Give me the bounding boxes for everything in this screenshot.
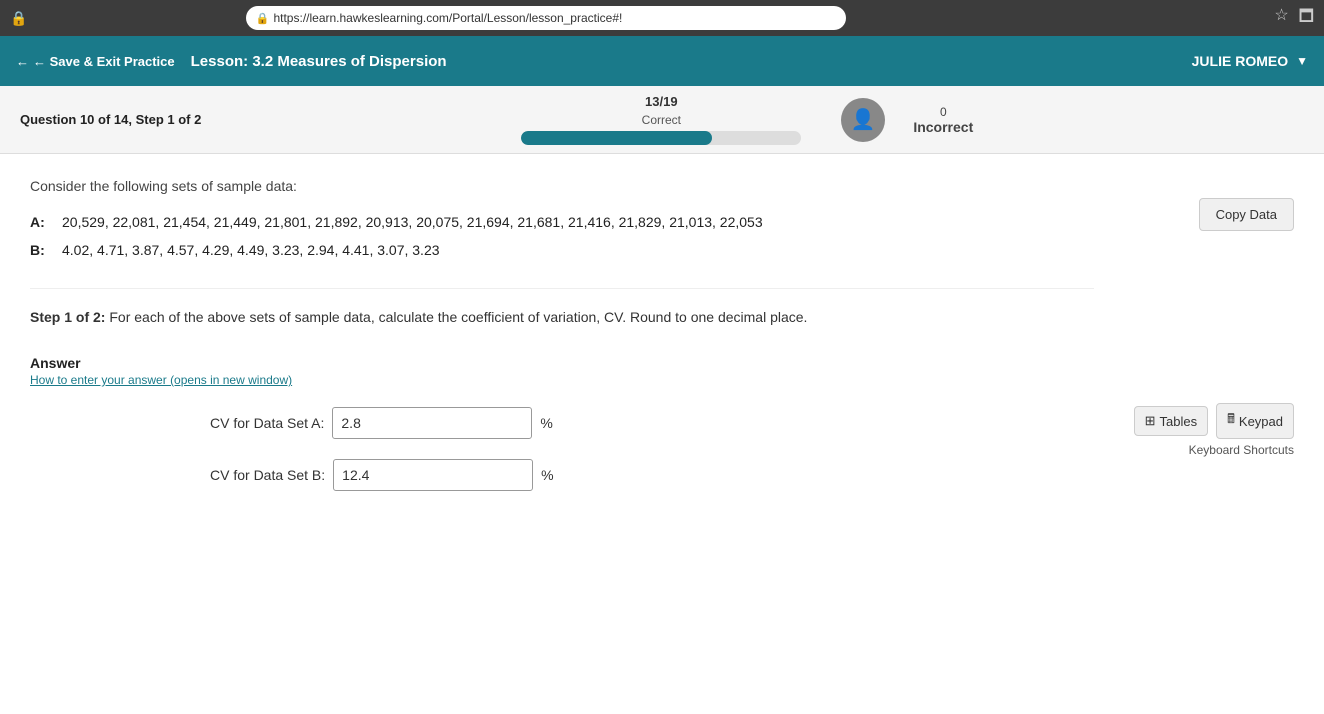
cv-a-label: CV for Data Set A: bbox=[210, 415, 324, 431]
step-bold: Step 1 of 2: bbox=[30, 309, 105, 325]
content-wrapper: Consider the following sets of sample da… bbox=[30, 178, 1294, 491]
keypad-label: Keypad bbox=[1239, 414, 1283, 429]
correct-sublabel: Correct bbox=[642, 113, 681, 127]
avatar-area: 👤 bbox=[841, 98, 885, 142]
sub-header: Question 10 of 14, Step 1 of 2 13/19 Cor… bbox=[0, 86, 1324, 154]
progress-fraction: 13/19 bbox=[645, 94, 678, 109]
lock-icon: 🔒 bbox=[10, 10, 27, 27]
browser-icons: ☆ 🗖 bbox=[1274, 5, 1314, 32]
answer-link[interactable]: How to enter your answer (opens in new w… bbox=[30, 373, 292, 387]
back-label: ← Save & Exit Practice bbox=[33, 54, 175, 69]
keyboard-shortcuts-label: Keyboard Shortcuts bbox=[1189, 443, 1294, 457]
answer-heading: Answer bbox=[30, 355, 1094, 371]
question-info: Question 10 of 14, Step 1 of 2 bbox=[20, 112, 201, 127]
copy-data-button[interactable]: Copy Data bbox=[1199, 198, 1294, 231]
incorrect-label: Incorrect bbox=[913, 119, 973, 135]
url-bar: 🔒 https://learn.hawkeslearning.com/Porta… bbox=[246, 6, 846, 30]
consider-text: Consider the following sets of sample da… bbox=[30, 178, 1094, 194]
cv-a-input-row: CV for Data Set A: % bbox=[210, 407, 1094, 439]
app-header: ← ← Save & Exit Practice Lesson: 3.2 Mea… bbox=[0, 36, 1324, 86]
answer-section: Answer How to enter your answer (opens i… bbox=[30, 355, 1094, 387]
cv-b-label: CV for Data Set B: bbox=[210, 467, 325, 483]
right-sidebar: Copy Data ⊞ Tables 🖩 Keypad Keyboard Sho… bbox=[1114, 178, 1294, 491]
tables-label: Tables bbox=[1160, 414, 1198, 429]
progress-label: 13/19 bbox=[645, 94, 678, 109]
content-area: Consider the following sets of sample da… bbox=[0, 154, 1324, 714]
user-name: JULIE ROMEO bbox=[1192, 53, 1288, 69]
step-instruction: Step 1 of 2: For each of the above sets … bbox=[30, 288, 1094, 325]
keypad-button[interactable]: 🖩 Keypad bbox=[1216, 403, 1294, 439]
incorrect-area: 0 Incorrect bbox=[913, 105, 973, 135]
step-rest: For each of the above sets of sample dat… bbox=[105, 309, 807, 325]
tools-area: ⊞ Tables 🖩 Keypad Keyboard Shortcuts bbox=[1134, 403, 1294, 457]
table-icon: ⊞ bbox=[1145, 413, 1156, 429]
user-dropdown-arrow[interactable]: ▼ bbox=[1296, 54, 1308, 68]
progress-area: 13/19 Correct bbox=[521, 94, 801, 145]
cv-b-percent: % bbox=[541, 467, 553, 483]
url-text: https://learn.hawkeslearning.com/Portal/… bbox=[273, 11, 622, 25]
cv-b-input[interactable] bbox=[333, 459, 533, 491]
dataset-a-label: A: bbox=[30, 214, 54, 230]
keypad-icon: 🖩 bbox=[1227, 410, 1235, 432]
dataset-a-values: 20,529, 22,081, 21,454, 21,449, 21,801, … bbox=[62, 214, 763, 230]
lesson-title: Lesson: 3.2 Measures of Dispersion bbox=[191, 53, 447, 70]
url-lock-icon: 🔒 bbox=[256, 12, 270, 25]
dataset-b-label: B: bbox=[30, 242, 54, 258]
cv-a-percent: % bbox=[540, 415, 552, 431]
browser-bar: 🔒 🔒 https://learn.hawkeslearning.com/Por… bbox=[0, 0, 1324, 36]
cv-b-input-row: CV for Data Set B: % bbox=[210, 459, 1094, 491]
star-icon: ☆ bbox=[1274, 5, 1288, 32]
dataset-b-row: B: 4.02, 4.71, 3.87, 4.57, 4.29, 4.49, 3… bbox=[30, 242, 1094, 258]
content-left: Consider the following sets of sample da… bbox=[30, 178, 1094, 491]
back-arrow-icon: ← bbox=[16, 54, 29, 69]
incorrect-count: 0 bbox=[940, 105, 947, 119]
dataset-a-row: A: 20,529, 22,081, 21,454, 21,449, 21,80… bbox=[30, 214, 1094, 230]
avatar: 👤 bbox=[841, 98, 885, 142]
window-icon: 🗖 bbox=[1299, 5, 1314, 32]
avatar-icon: 👤 bbox=[851, 107, 876, 132]
cv-a-input[interactable] bbox=[332, 407, 532, 439]
tables-button[interactable]: ⊞ Tables bbox=[1134, 406, 1208, 436]
tools-row: ⊞ Tables 🖩 Keypad bbox=[1134, 403, 1294, 439]
page-container: 🔒 🔒 https://learn.hawkeslearning.com/Por… bbox=[0, 0, 1324, 714]
user-area: JULIE ROMEO ▼ bbox=[1192, 53, 1308, 69]
back-button[interactable]: ← ← Save & Exit Practice bbox=[16, 54, 175, 69]
dataset-b-values: 4.02, 4.71, 3.87, 4.57, 4.29, 4.49, 3.23… bbox=[62, 242, 440, 258]
progress-bar-fill bbox=[521, 131, 711, 145]
progress-bar bbox=[521, 131, 801, 145]
